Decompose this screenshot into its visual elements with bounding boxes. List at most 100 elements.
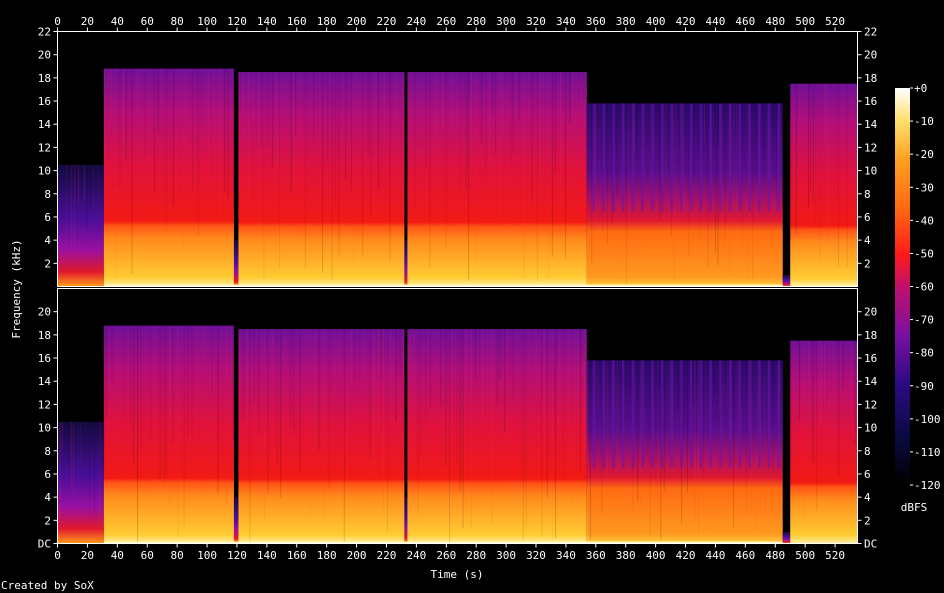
texture-streak <box>263 329 265 520</box>
texture-streak <box>617 360 619 483</box>
texture-streak <box>694 360 696 524</box>
texture-streak <box>72 421 74 494</box>
texture-streak <box>595 103 597 233</box>
texture-streak <box>826 83 828 244</box>
x-tick-label-bottom: 160 <box>287 549 307 562</box>
texture-streak <box>707 103 709 267</box>
texture-streak <box>252 72 254 124</box>
texture-streak <box>531 72 533 202</box>
texture-streak <box>67 421 69 458</box>
colorbar-tick-label: -60 <box>914 281 934 294</box>
y-tick-label-right: 18 <box>864 329 877 342</box>
texture-streak <box>163 325 165 483</box>
texture-streak <box>187 68 189 196</box>
texture-streak <box>519 72 521 120</box>
texture-streak <box>418 72 420 129</box>
spectrogram-segment-6 <box>586 103 783 287</box>
texture-streak <box>536 72 538 282</box>
texture-streak <box>266 72 268 147</box>
y-tick-label-right: 8 <box>864 445 871 458</box>
texture-streak <box>232 325 234 442</box>
texture-streak <box>726 360 728 411</box>
texture-streak <box>159 325 161 479</box>
y-tick-label-left: 4 <box>44 491 51 504</box>
texture-streak <box>815 83 817 229</box>
texture-streak <box>284 329 286 457</box>
x-tick-label-bottom: 260 <box>436 549 456 562</box>
y-tick-label-left: 20 <box>38 49 51 62</box>
texture-streak <box>449 329 451 543</box>
texture-streak <box>359 329 361 379</box>
quiet-column <box>670 103 674 212</box>
texture-streak <box>597 360 599 407</box>
colorbar-tick-label: -30 <box>914 181 934 194</box>
quiet-column <box>651 360 654 469</box>
y-tick-label-left: 6 <box>44 211 51 224</box>
texture-streak <box>281 72 283 199</box>
texture-streak <box>165 325 167 476</box>
texture-streak <box>208 68 210 189</box>
texture-streak <box>204 325 206 492</box>
x-tick-label-top: 340 <box>556 15 576 28</box>
texture-streak <box>574 329 576 466</box>
texture-streak <box>397 72 399 224</box>
x-tick-label-bottom: 180 <box>317 549 337 562</box>
y-tick-label-left: 6 <box>44 468 51 481</box>
x-tick-label-top: 420 <box>676 15 696 28</box>
texture-streak <box>89 164 91 206</box>
texture-streak <box>589 360 591 540</box>
texture-streak <box>506 329 508 468</box>
texture-streak <box>799 340 801 422</box>
x-tick-label-bottom: 380 <box>616 549 636 562</box>
texture-streak <box>636 103 638 158</box>
texture-streak <box>812 340 814 463</box>
texture-streak <box>140 325 142 449</box>
texture-streak <box>89 421 91 501</box>
texture-streak <box>559 329 561 439</box>
x-tick-label-top: 160 <box>287 15 307 28</box>
texture-streak <box>804 83 806 161</box>
x-axis-title: Time (s) <box>431 568 484 581</box>
texture-streak <box>764 360 766 512</box>
texture-streak <box>197 325 199 404</box>
texture-streak <box>399 329 401 380</box>
texture-streak <box>335 72 337 211</box>
texture-streak <box>663 360 665 492</box>
texture-streak <box>272 329 274 454</box>
texture-streak <box>326 72 328 163</box>
texture-streak <box>657 360 659 500</box>
texture-streak <box>127 325 129 504</box>
texture-streak <box>310 72 312 253</box>
y-axis-title: Frequency (kHz) <box>10 239 23 338</box>
texture-streak <box>430 329 432 408</box>
texture-streak <box>78 164 80 207</box>
texture-streak <box>496 329 498 407</box>
texture-streak <box>290 329 292 428</box>
texture-streak <box>334 329 336 395</box>
texture-streak <box>370 72 372 216</box>
y-tick-label-left: 10 <box>38 165 51 178</box>
texture-streak <box>717 103 719 266</box>
spectrogram-segment-2 <box>233 240 239 287</box>
texture-streak <box>117 325 119 473</box>
x-tick-label-top: 140 <box>257 15 277 28</box>
quiet-column <box>728 360 732 469</box>
texture-streak <box>125 68 127 160</box>
y-tick-label-left: 16 <box>38 95 51 108</box>
texture-streak <box>470 329 472 530</box>
texture-streak <box>525 329 527 530</box>
texture-streak <box>425 329 427 423</box>
texture-streak <box>219 68 221 228</box>
texture-streak <box>139 68 141 150</box>
texture-streak <box>133 325 135 463</box>
x-tick-label-top: 20 <box>81 15 94 28</box>
texture-streak <box>442 72 444 134</box>
spectrogram-figure: 0 20 40 60 80 100 120 140 160 180 200 220 240 260 280 3… <box>1 15 941 592</box>
texture-streak <box>577 72 579 141</box>
texture-streak <box>144 68 146 159</box>
texture-streak <box>351 329 353 382</box>
texture-streak <box>318 329 320 451</box>
quiet-column <box>660 360 664 469</box>
y-tick-label-right: 6 <box>864 468 871 481</box>
quiet-column <box>738 103 742 212</box>
